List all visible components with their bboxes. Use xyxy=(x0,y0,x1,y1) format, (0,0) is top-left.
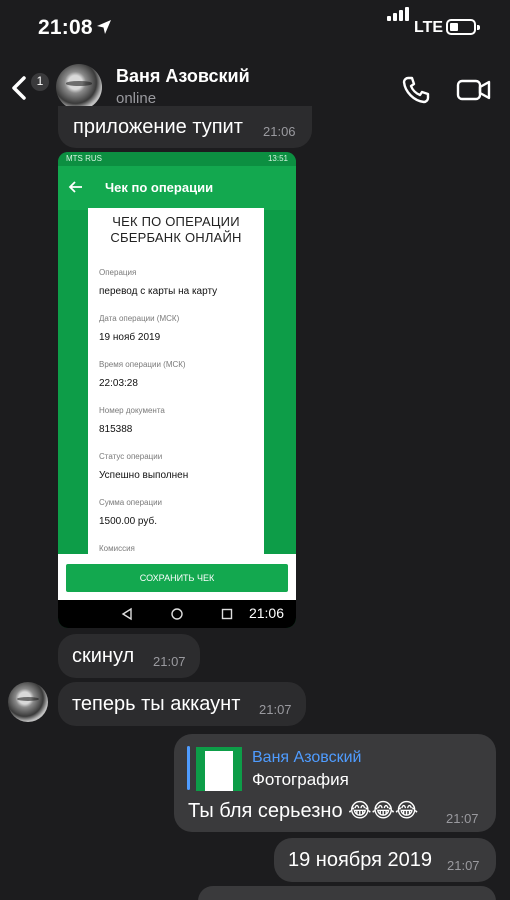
message-time: 21:07 xyxy=(446,811,479,826)
back-button[interactable]: 1 xyxy=(8,64,52,108)
status-bar: 21:08 LTE xyxy=(0,0,510,58)
video-call-button[interactable] xyxy=(456,76,492,104)
receipt-label: Время операции (МСК) xyxy=(99,360,186,369)
receipt-value: 1500.00 руб. xyxy=(99,516,157,527)
receipt: ЧЕК ПО ОПЕРАЦИИ СБЕРБАНК ОНЛАЙН Операция… xyxy=(88,208,264,554)
message-text: Ты бля серьезно 😂😂😂 xyxy=(188,800,419,822)
battery-icon xyxy=(446,19,480,35)
receipt-value: 815388 xyxy=(99,424,133,435)
receipt-heading-line: СБЕРБАНК ОНЛАЙН xyxy=(110,230,242,245)
photo-app-bar: Чек по операции xyxy=(58,166,296,210)
reply-indicator xyxy=(187,746,190,790)
photo-status-time: 13:51 xyxy=(267,154,288,163)
photo-message-time: 21:06 xyxy=(248,605,284,621)
network-type: LTE xyxy=(414,19,444,36)
receipt-value: 19 нояб 2019 xyxy=(99,332,161,343)
location-arrow-icon xyxy=(97,20,111,34)
contact-status: online xyxy=(116,90,157,107)
photo-carrier: MTS RUS xyxy=(66,154,102,163)
message-text: теперь ты аккаунт xyxy=(72,693,241,715)
receipt-value: Успешно выполнен xyxy=(99,470,189,481)
message-text: приложение тупит xyxy=(73,116,243,138)
message-time: 21:07 xyxy=(153,654,186,669)
contact-avatar[interactable] xyxy=(56,64,102,110)
back-triangle-icon xyxy=(121,607,132,621)
contact-name[interactable]: Ваня Азовский xyxy=(116,66,250,87)
receipt-label: Операция xyxy=(99,268,137,277)
reply-label: Фотография xyxy=(252,770,349,789)
photo-nav-bar: 21:06 xyxy=(58,600,296,628)
reply-photo-thumbnail xyxy=(196,747,242,791)
receipt-label: Номер документа xyxy=(99,406,165,415)
message-time: 21:06 xyxy=(263,124,296,139)
message-text: 19 ноября 2019 xyxy=(288,849,433,871)
receipt-heading: ЧЕК ПО ОПЕРАЦИИ СБЕРБАНК ОНЛАЙН xyxy=(88,214,264,246)
message-text: скинул xyxy=(72,645,135,667)
receipt-label: Статус операции xyxy=(99,452,163,461)
unread-badge: 1 xyxy=(30,72,50,92)
save-receipt-button: СОХРАНИТЬ ЧЕК xyxy=(66,564,288,592)
sender-avatar[interactable] xyxy=(8,682,48,722)
receipt-label: Комиссия xyxy=(99,544,135,553)
reply-sender-name: Ваня Азовский xyxy=(252,749,362,766)
home-circle-icon xyxy=(171,608,183,620)
photo-status-bar: MTS RUS 13:51 xyxy=(58,152,296,166)
receipt-heading-line: ЧЕК ПО ОПЕРАЦИИ xyxy=(112,214,240,229)
status-time: 21:08 xyxy=(38,16,93,39)
photo-bottom-panel: СОХРАНИТЬ ЧЕК xyxy=(58,554,296,600)
outgoing-reply-bubble[interactable]: Ваня Азовский Фотография Ты бля серьезно… xyxy=(174,734,496,832)
receipt-value: перевод с карты на карту xyxy=(99,286,218,297)
phone-icon xyxy=(402,76,430,104)
call-button[interactable] xyxy=(400,74,432,106)
outgoing-message-bubble[interactable] xyxy=(198,886,496,900)
receipt-value: 22:03:28 xyxy=(99,378,138,389)
photo-title: Чек по операции xyxy=(105,180,214,195)
photo-message[interactable]: MTS RUS 13:51 Чек по операции ЧЕК ПО ОПЕ… xyxy=(58,152,296,628)
receipt-label: Дата операции (МСК) xyxy=(99,314,180,323)
video-camera-icon xyxy=(456,79,491,101)
arrow-left-icon xyxy=(68,181,82,193)
message-time: 21:07 xyxy=(259,702,292,717)
message-time: 21:07 xyxy=(447,858,480,873)
recents-square-icon xyxy=(221,608,233,620)
receipt-label: Сумма операции xyxy=(99,498,163,507)
